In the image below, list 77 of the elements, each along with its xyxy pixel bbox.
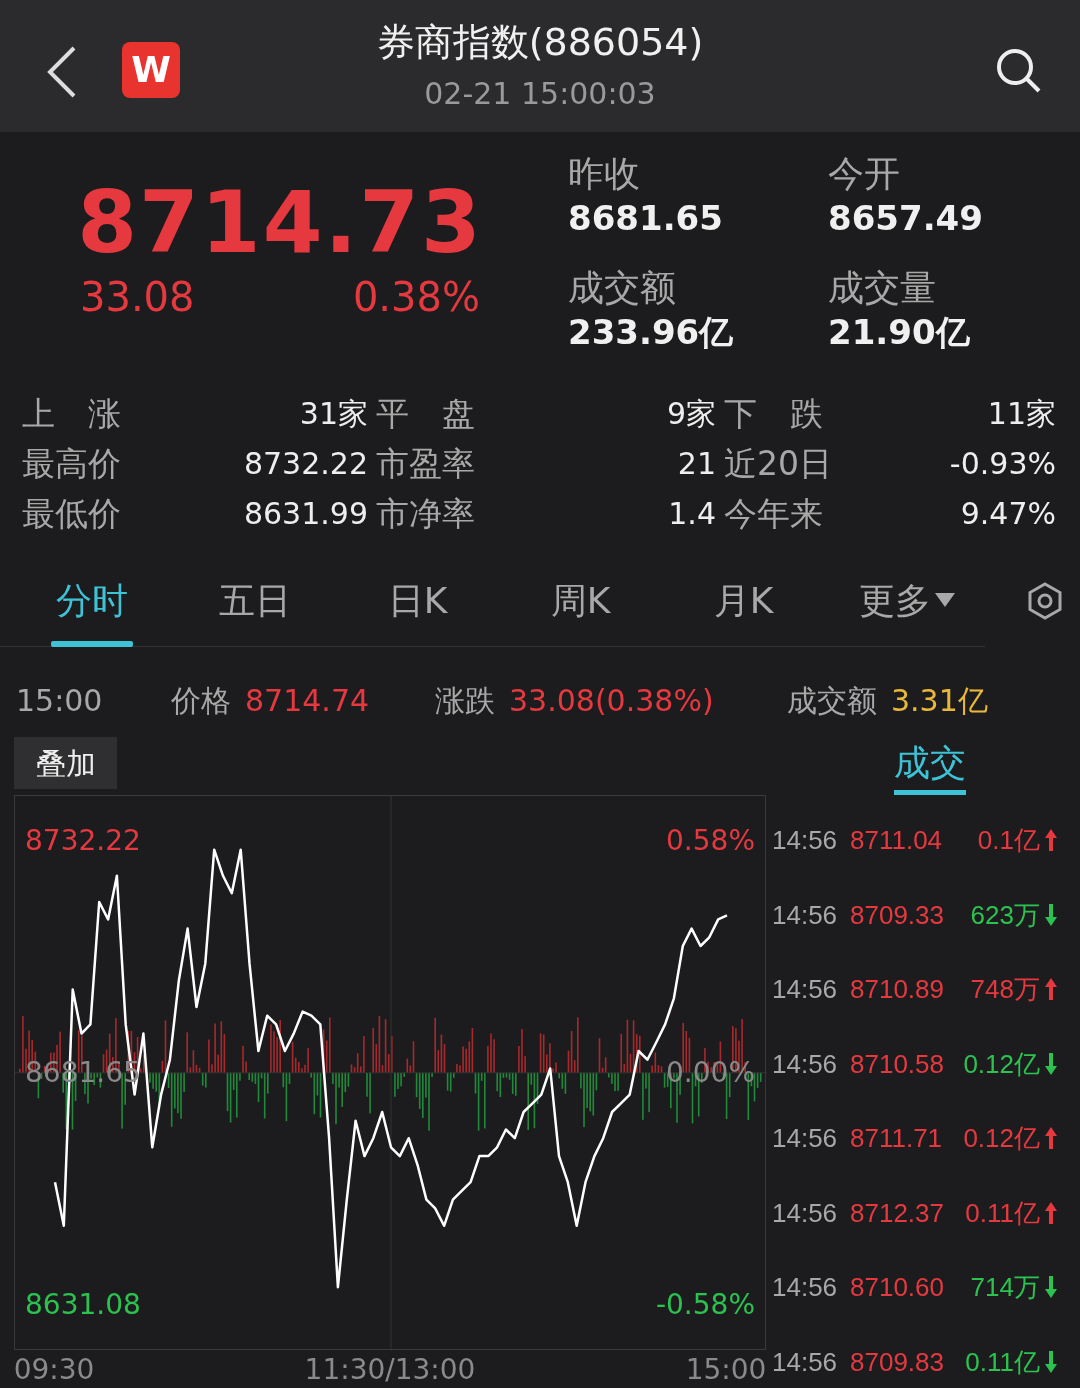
trade-volume: 0.11亿	[964, 1196, 1040, 1230]
stat-label: 下 跌	[723, 393, 824, 435]
trade-volume: 0.1亿	[976, 824, 1040, 858]
field-value: 8657.49	[828, 197, 984, 240]
stat-label: 市净率	[375, 493, 476, 535]
trade-price: 8711.71	[850, 1122, 944, 1156]
amount-value: 3.31亿	[891, 681, 988, 720]
field-label: 今开	[828, 152, 901, 196]
trade-price: 8709.33	[850, 898, 945, 932]
timestamp: 02-21 15:00:03	[424, 75, 656, 113]
trade-time: 14:56	[772, 1345, 839, 1379]
chart-tab[interactable]: 更多	[825, 554, 988, 647]
stat-value: 31家	[298, 395, 368, 433]
amount-label: 成交额	[787, 681, 877, 720]
trade-time: 14:56	[772, 898, 839, 932]
current-price: 8714.73	[77, 172, 483, 272]
time-label: 15:00	[16, 681, 104, 720]
stat-value: -0.93%	[948, 445, 1056, 483]
trade-time: 14:56	[772, 1122, 839, 1156]
stat-label: 市盈率	[375, 443, 476, 485]
stat-value: 21	[676, 445, 716, 483]
chart-tab[interactable]: 周K	[499, 554, 662, 647]
change-value: 33.08(0.38%)	[509, 681, 715, 720]
field-label: 昨收	[568, 152, 641, 196]
chart-tab[interactable]: 月K	[662, 554, 825, 647]
percent-change: 0.38%	[352, 273, 480, 322]
time-axis-label: 15:00	[685, 1352, 767, 1388]
stat-value: 1.4	[667, 495, 716, 533]
change-label: 涨跌	[435, 681, 495, 720]
field-value: 21.90亿	[828, 311, 971, 354]
trade-time: 14:56	[772, 1047, 839, 1081]
axis-label: 8631.08	[25, 1286, 141, 1323]
stat-label: 今年来	[723, 493, 824, 535]
percent-label: -0.58%	[655, 1286, 755, 1323]
percent-label: 0.58%	[666, 822, 755, 859]
time-axis-label: 09:30	[13, 1352, 95, 1388]
trade-time: 14:56	[772, 973, 839, 1007]
chart-tab[interactable]: 五日	[173, 554, 336, 647]
stat-value: 11家	[986, 395, 1056, 433]
trade-volume: 0.11亿	[964, 1345, 1040, 1379]
stat-value: 8631.99	[242, 495, 368, 533]
trade-price: 8709.83	[850, 1345, 945, 1379]
trade-volume: 0.12亿	[962, 1047, 1040, 1081]
trade-volume: 623万	[969, 898, 1040, 932]
stat-label: 近20日	[723, 443, 833, 485]
trade-price: 8711.04	[850, 824, 944, 858]
field-label: 成交额	[568, 266, 677, 310]
trade-volume: 714万	[969, 1271, 1040, 1305]
stat-label: 上 涨	[22, 393, 122, 435]
field-value: 8681.65	[568, 197, 724, 240]
stat-value: 8732.22	[242, 445, 368, 483]
trade-price: 8710.89	[850, 973, 945, 1007]
price-label: 价格	[171, 681, 231, 720]
field-label: 成交量	[828, 266, 937, 310]
trade-price: 8712.37	[850, 1196, 945, 1230]
trade-time: 14:56	[772, 824, 839, 858]
trade-time: 14:56	[772, 1271, 839, 1305]
stat-label: 最高价	[22, 443, 122, 485]
time-axis-label: 11:30/13:00	[304, 1352, 476, 1388]
app-logo: W	[122, 42, 180, 98]
axis-label: 8732.22	[25, 822, 141, 859]
trade-time: 14:56	[772, 1196, 839, 1230]
price-change: 33.08	[80, 273, 195, 322]
trade-price: 8710.60	[850, 1271, 945, 1305]
stat-value: 9家	[665, 395, 716, 433]
chart-tab[interactable]: 分时	[10, 554, 173, 647]
chart-tab[interactable]: 日K	[336, 554, 499, 647]
overlay-button[interactable]: 叠加	[14, 737, 117, 789]
price-value: 8714.74	[245, 681, 371, 720]
trade-volume: 748万	[969, 973, 1040, 1007]
trade-price: 8710.58	[850, 1047, 945, 1081]
page-title: 券商指数(886054)	[376, 19, 704, 66]
stat-label: 平 盘	[375, 393, 476, 435]
field-value: 233.96亿	[568, 311, 735, 354]
trade-volume: 0.12亿	[962, 1122, 1040, 1156]
stat-value: 9.47%	[959, 495, 1056, 533]
stat-label: 最低价	[22, 493, 122, 535]
